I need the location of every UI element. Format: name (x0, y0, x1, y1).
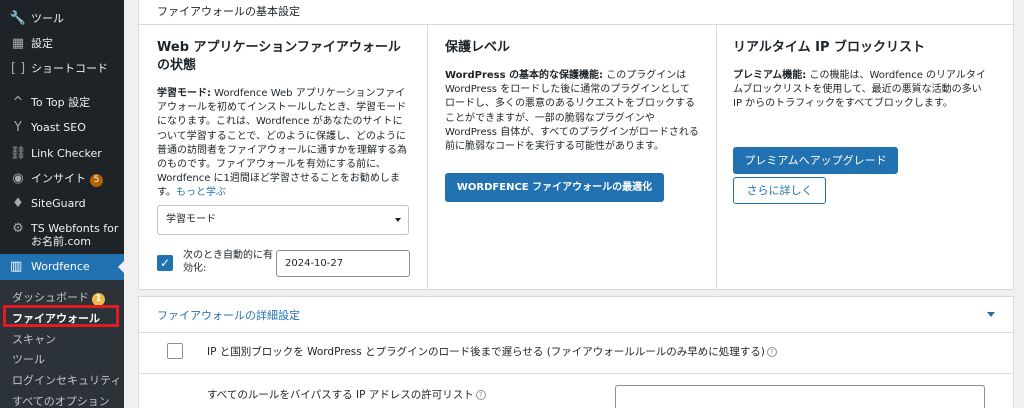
submenu-item-tools[interactable]: ツール (12, 351, 45, 367)
menu-item-insights[interactable]: ◉ インサイト 5 (0, 171, 124, 187)
help-icon[interactable]: ? (766, 347, 777, 357)
learning-mode-description: 学習モード: Wordfence Web アプリケーションファイアウォールを初め… (157, 87, 411, 201)
chevron-down-icon[interactable] (987, 312, 995, 317)
menu-item-link-checker[interactable]: ⛓ Link Checker (0, 146, 124, 162)
submenu-label: ツール (12, 353, 45, 366)
menu-item-to-top[interactable]: ^ To Top 設定 (0, 95, 124, 111)
highlight-box (3, 305, 119, 327)
allowlist-label: すべてのルールをバイパスする IP アドレスの許可リスト? (207, 387, 486, 402)
setting-row: IP と国別ブロックを WordPress とプラグインのロード後まで遅らせる … (139, 333, 1013, 373)
menu-label: TS Webfonts for お名前.com (31, 222, 119, 248)
menu-item-ts-webfonts[interactable]: ⚙ TS Webfonts for お名前.com (0, 221, 124, 251)
allowlist-textarea[interactable] (615, 385, 985, 408)
help-icon[interactable]: ? (475, 390, 486, 400)
auto-enable-checkbox[interactable]: ✓ (157, 255, 173, 271)
yoast-icon: Y (14, 120, 22, 135)
settings-icon: ▦ (11, 36, 25, 51)
arrow-up-icon: ^ (12, 95, 24, 110)
protection-level-description: WordPress の基本的な保護機能: このプラグインは WordPress … (445, 69, 699, 154)
body-text: Wordfence Web アプリケーションファイアウォールを初めてインストール… (157, 88, 407, 199)
menu-item-siteguard[interactable]: ♦ SiteGuard (0, 196, 124, 212)
basic-settings-panel: ファイアウォールの基本設定 Web アプリケーションファイアウォールの状態 学習… (138, 0, 1014, 290)
realtime-ip-blocklist-heading: リアルタイム IP ブロックリスト (733, 40, 926, 55)
delay-ip-blocking-label: IP と国別ブロックを WordPress とプラグインのロード後まで遅らせる … (207, 344, 777, 359)
upgrade-premium-button[interactable]: プレミアムへアップグレード (733, 147, 898, 174)
lead-text: プレミアム機能: (733, 70, 807, 81)
lead-text: WordPress の基本的な保護機能: (445, 70, 604, 81)
menu-label: Link Checker (31, 147, 102, 160)
divider (139, 373, 1013, 374)
submenu-label: ログインセキュリティ (12, 374, 122, 387)
menu-item-settings[interactable]: ▦ 設定 (0, 36, 124, 52)
label-text: IP と国別ブロックを WordPress とプラグインのロード後まで遅らせる … (207, 346, 765, 358)
menu-label: To Top 設定 (31, 96, 91, 109)
menu-item-wordfence[interactable]: ▥ Wordfence (0, 254, 124, 280)
menu-label: インサイト (31, 172, 86, 185)
advanced-settings-panel: ファイアウォールの詳細設定 IP と国別ブロックを WordPress とプラグ… (138, 296, 1014, 408)
column-divider (716, 25, 717, 289)
lead-text: 学習モード: (157, 88, 211, 99)
submenu-item-scan[interactable]: スキャン (12, 331, 56, 347)
wrench-icon: 🔧 (9, 11, 27, 26)
learn-more-button[interactable]: さらに詳しく (733, 177, 826, 204)
panel-title: ファイアウォールの基本設定 (157, 5, 300, 18)
wordfence-icon: ▥ (10, 259, 23, 274)
insights-icon: ◉ (12, 171, 24, 186)
chevron-down-icon (395, 218, 401, 222)
menu-label: 設定 (31, 37, 53, 50)
menu-label: ツール (31, 12, 64, 25)
submenu-item-dashboard[interactable]: ダッシュボード 1 (12, 289, 105, 306)
protection-level-heading: 保護レベル (445, 40, 511, 55)
menu-label: Wordfence (31, 260, 90, 273)
column-divider (427, 25, 428, 289)
menu-item-tools[interactable]: 🔧 ツール (0, 11, 124, 27)
label-text: すべてのルールをバイパスする IP アドレスの許可リスト (207, 389, 474, 401)
menu-item-shortcode[interactable]: [ ] ショートコード (0, 61, 124, 77)
submenu-label: すべてのオプション (12, 395, 110, 408)
submenu-item-login-security[interactable]: ログインセキュリティ (12, 372, 121, 388)
submenu-item-all-options[interactable]: すべてのオプション (12, 393, 110, 408)
link-checker-icon: ⛓ (9, 146, 27, 161)
waf-status-heading: Web アプリケーションファイアウォールの状態 (157, 40, 401, 73)
select-value: 学習モード (166, 214, 216, 225)
menu-item-yoast[interactable]: Y Yoast SEO (0, 120, 124, 136)
firewall-mode-select[interactable]: 学習モード (157, 205, 409, 235)
menu-label: ショートコード (31, 62, 108, 75)
blocklist-description: プレミアム機能: この機能は、Wordfence のリアルタイムブロックリストを… (733, 69, 987, 112)
siteguard-icon: ♦ (12, 196, 24, 211)
submenu-label: ダッシュボード (12, 291, 89, 304)
learn-more-link[interactable]: もっと学ぶ (176, 187, 226, 198)
auto-enable-label: 次のとき自動的に有効化: (183, 250, 273, 274)
wordfence-submenu: ダッシュボード 1 ファイアウォール スキャン ツール ログインセキュリティ すべ… (0, 280, 124, 408)
submenu-label: スキャン (12, 333, 56, 346)
main-content: ファイアウォールの基本設定 Web アプリケーションファイアウォールの状態 学習… (124, 0, 1024, 408)
notification-badge: 5 (90, 174, 103, 187)
admin-sidebar: 🔧 ツール ▦ 設定 [ ] ショートコード ^ To Top 設定 Y Yoa… (0, 0, 124, 408)
menu-label: SiteGuard (31, 197, 86, 210)
optimize-firewall-button[interactable]: WORDFENCE ファイアウォールの最適化 (445, 173, 664, 202)
auto-enable-date-input[interactable]: 2024-10-27 (276, 250, 410, 277)
divider (139, 24, 1013, 25)
menu-label: Yoast SEO (31, 121, 86, 134)
gear-icon: ⚙ (12, 221, 24, 236)
panel-title[interactable]: ファイアウォールの詳細設定 (157, 307, 300, 323)
delay-ip-blocking-checkbox[interactable] (167, 343, 183, 359)
brackets-icon: [ ] (10, 61, 26, 76)
body-text: このプラグインは WordPress をロードした後に通常のプラグインとしてロー… (445, 70, 699, 153)
